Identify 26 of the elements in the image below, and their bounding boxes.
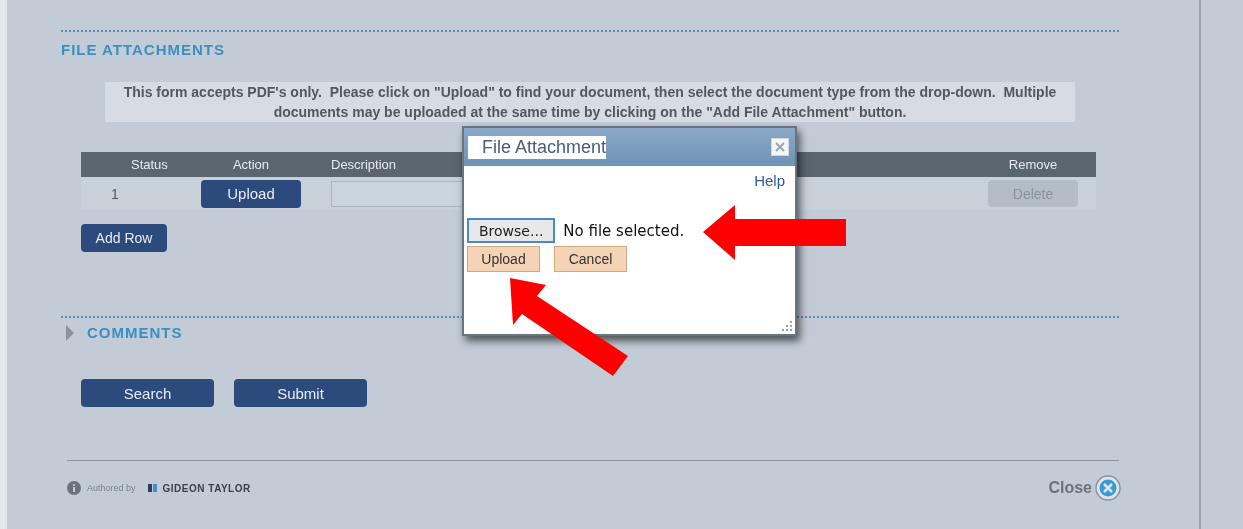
- browse-button[interactable]: Browse...: [467, 218, 556, 243]
- column-header: Remove: [1007, 157, 1059, 172]
- add-row-button[interactable]: Add Row: [81, 224, 167, 252]
- close-icon[interactable]: [1095, 475, 1121, 501]
- section-title: FILE ATTACHMENTS: [61, 41, 227, 58]
- status-cell-text: 1: [110, 185, 120, 202]
- column-header: Action: [231, 157, 271, 172]
- help-link[interactable]: Help: [754, 172, 785, 189]
- column-header: Status: [130, 157, 169, 172]
- submit-button[interactable]: Submit: [234, 379, 367, 407]
- info-icon: [67, 481, 81, 495]
- brand-logo-icon: [147, 484, 157, 492]
- brand-name: GIDEON TAYLOR: [162, 482, 251, 494]
- expand-icon[interactable]: [65, 324, 75, 341]
- search-button[interactable]: Search: [81, 379, 214, 407]
- close-icon[interactable]: [775, 142, 785, 152]
- cancel-button[interactable]: Cancel: [554, 246, 627, 272]
- upload-button[interactable]: Upload: [467, 246, 540, 272]
- resize-grip-icon[interactable]: [781, 320, 793, 332]
- instructions-text: This form accepts PDF's only. Please click on "Upload" to find your document, then select the document type from the drop-down. Multiple documents may be uploaded at the same time by clicking on the "Add File Attachment" button.: [105, 82, 1075, 122]
- column-header: Description: [330, 157, 398, 172]
- dialog-title: File Attachment: [468, 135, 607, 159]
- file-status-text: No file selected.: [563, 221, 685, 240]
- authored-by-text: Authored by: [87, 483, 136, 493]
- close-button[interactable]: [771, 138, 789, 156]
- upload-button[interactable]: Upload: [201, 179, 301, 208]
